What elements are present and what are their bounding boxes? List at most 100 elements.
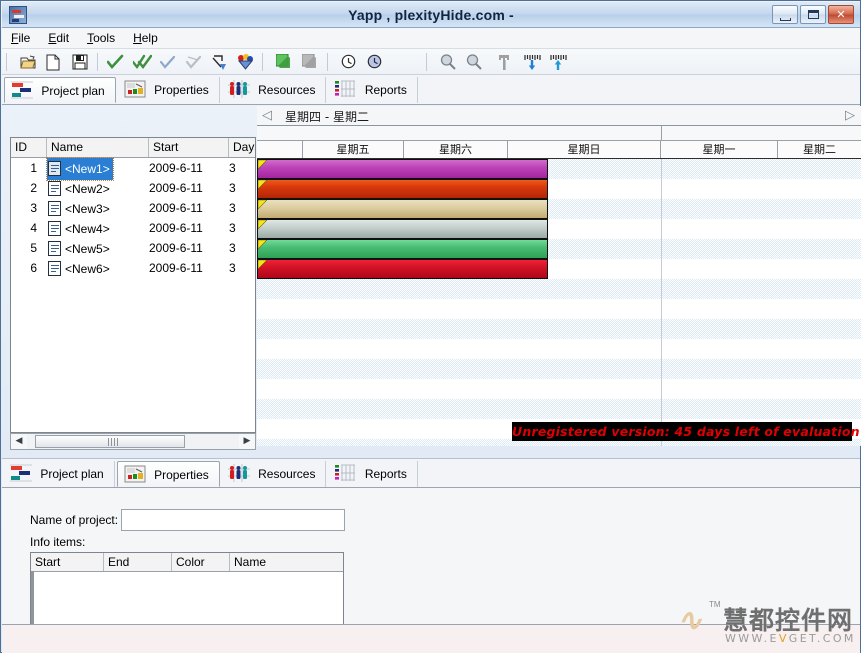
- lower-tab-strip: Project plan Properties Resources Report…: [2, 458, 860, 488]
- task-grid-hscrollbar[interactable]: ◀ ▶: [10, 433, 256, 450]
- cell-name[interactable]: <New5>: [47, 238, 145, 258]
- gantt-bar[interactable]: [257, 199, 548, 219]
- column-header-color[interactable]: Color: [172, 553, 230, 571]
- table-row[interactable]: 1 <New1> 2009-6-11 3: [11, 157, 255, 181]
- cell-start: 2009-6-11: [149, 161, 203, 175]
- week-divider: [661, 126, 662, 141]
- check-single-icon[interactable]: [104, 51, 126, 73]
- bar-start-flag-icon: [258, 260, 267, 277]
- tab-reports-lower[interactable]: Reports: [328, 461, 418, 487]
- task-name: <New6>: [65, 262, 110, 276]
- zoom-in-icon[interactable]: [463, 51, 485, 73]
- column-header-start[interactable]: Start: [149, 138, 229, 157]
- zoom-out-icon[interactable]: [437, 51, 459, 73]
- tab-resources-upper[interactable]: Resources: [222, 77, 327, 103]
- column-header-end[interactable]: End: [104, 553, 172, 571]
- gantt-gridline: [661, 159, 662, 446]
- day-column-header[interactable]: 星期六: [404, 141, 508, 158]
- day-column-header[interactable]: 星期一: [661, 141, 778, 158]
- gray-square-icon[interactable]: [299, 51, 321, 73]
- check-light-icon[interactable]: [156, 51, 178, 73]
- column-header-id[interactable]: ID: [11, 138, 47, 157]
- link-tasks-icon[interactable]: [208, 51, 230, 73]
- tab-project-plan-lower[interactable]: Project plan: [4, 461, 115, 487]
- maximize-button[interactable]: [800, 5, 826, 24]
- tab-properties-lower[interactable]: Properties: [116, 461, 220, 487]
- scale-down-icon[interactable]: [521, 51, 543, 73]
- colors-icon[interactable]: [234, 51, 256, 73]
- cell-name[interactable]: <New1>: [46, 157, 145, 181]
- gantt-chart[interactable]: 星期五 星期六 星期日 星期一 星期二: [257, 126, 861, 446]
- day-column-header[interactable]: [257, 141, 303, 158]
- menu-item-help[interactable]: Help: [124, 28, 167, 48]
- check-double-icon[interactable]: [130, 51, 152, 73]
- gantt-bar[interactable]: [257, 179, 548, 199]
- cell-name[interactable]: <New4>: [47, 218, 145, 238]
- cell-start: 2009-6-11: [149, 201, 203, 215]
- task-name: <New5>: [65, 242, 110, 256]
- cell-name[interactable]: <New6>: [47, 258, 145, 278]
- project-plan-icon: [10, 464, 32, 482]
- table-row[interactable]: 3 <New3> 2009-6-11 3: [11, 198, 255, 218]
- minimize-button[interactable]: [772, 5, 798, 24]
- new-document-icon[interactable]: [43, 51, 65, 73]
- clock-icon[interactable]: [338, 51, 360, 73]
- tab-properties-upper[interactable]: Properties: [118, 77, 220, 103]
- tab-reports-upper[interactable]: Reports: [328, 77, 418, 103]
- name-of-project-input[interactable]: [121, 509, 345, 531]
- gantt-bar[interactable]: [257, 259, 548, 279]
- cell-id: 4: [30, 221, 37, 235]
- tab-label: Resources: [258, 83, 316, 97]
- column-header-name[interactable]: Name: [230, 553, 343, 571]
- open-icon[interactable]: [17, 51, 39, 73]
- green-square-icon[interactable]: [273, 51, 295, 73]
- task-grid[interactable]: ID Name Start Days 1 <New1> 2009-6-11 3 …: [10, 137, 256, 433]
- nav-next-icon[interactable]: ▷: [843, 108, 857, 123]
- scrollbar-thumb[interactable]: [35, 435, 185, 448]
- table-row[interactable]: 6 <New6> 2009-6-11 3: [11, 258, 255, 278]
- column-header-start[interactable]: Start: [31, 553, 104, 571]
- tab-label: Resources: [258, 467, 316, 481]
- day-column-header[interactable]: 星期日: [508, 141, 661, 158]
- tab-resources-lower[interactable]: Resources: [222, 461, 327, 487]
- tab-label: Properties: [154, 83, 209, 97]
- column-header-days[interactable]: Days: [229, 138, 255, 157]
- cell-name[interactable]: <New3>: [47, 198, 145, 218]
- cell-name[interactable]: <New2>: [47, 178, 145, 198]
- menu-item-edit[interactable]: Edit: [39, 28, 78, 48]
- gantt-date-range: 星期四 - 星期二: [285, 110, 369, 124]
- document-icon: [48, 221, 61, 236]
- document-icon: [48, 161, 61, 176]
- tab-project-plan-upper[interactable]: Project plan: [4, 77, 116, 103]
- day-column-header[interactable]: 星期五: [303, 141, 404, 158]
- table-row[interactable]: 2 <New2> 2009-6-11 3: [11, 178, 255, 198]
- menu-bar: FFileile Edit Tools Help: [2, 28, 860, 49]
- scale-up-icon[interactable]: [547, 51, 569, 73]
- save-icon[interactable]: [69, 51, 91, 73]
- info-items-grid[interactable]: Start End Color Name: [30, 552, 344, 630]
- cell-days: 3: [229, 181, 236, 195]
- tab-label: Properties: [154, 468, 209, 482]
- close-button[interactable]: ✕: [828, 5, 854, 24]
- table-row[interactable]: 4 <New4> 2009-6-11 3: [11, 218, 255, 238]
- clock-blue-icon[interactable]: [364, 51, 386, 73]
- cell-days: 3: [229, 161, 236, 175]
- gantt-bar[interactable]: [257, 219, 548, 239]
- gantt-bar[interactable]: [257, 239, 548, 259]
- menu-item-file[interactable]: FFileile: [2, 28, 39, 48]
- menu-item-tools[interactable]: Tools: [78, 28, 124, 48]
- window-title: Yapp , plexityHide.com -: [348, 7, 514, 23]
- column-header-name[interactable]: Name: [47, 138, 149, 157]
- scroll-left-arrow-icon[interactable]: ◀: [11, 434, 27, 449]
- scroll-right-arrow-icon[interactable]: ▶: [239, 434, 255, 449]
- toolbar-separator: [426, 53, 427, 71]
- day-column-header[interactable]: 星期二: [778, 141, 861, 158]
- gantt-body[interactable]: [257, 159, 861, 446]
- scale-icon[interactable]: [495, 51, 517, 73]
- tab-label: Reports: [364, 83, 407, 97]
- gantt-bar[interactable]: [257, 159, 548, 179]
- check-gray-icon[interactable]: [182, 51, 204, 73]
- table-row[interactable]: 5 <New5> 2009-6-11 3: [11, 238, 255, 258]
- nav-prev-icon[interactable]: ◁: [260, 108, 274, 123]
- document-icon: [48, 241, 61, 256]
